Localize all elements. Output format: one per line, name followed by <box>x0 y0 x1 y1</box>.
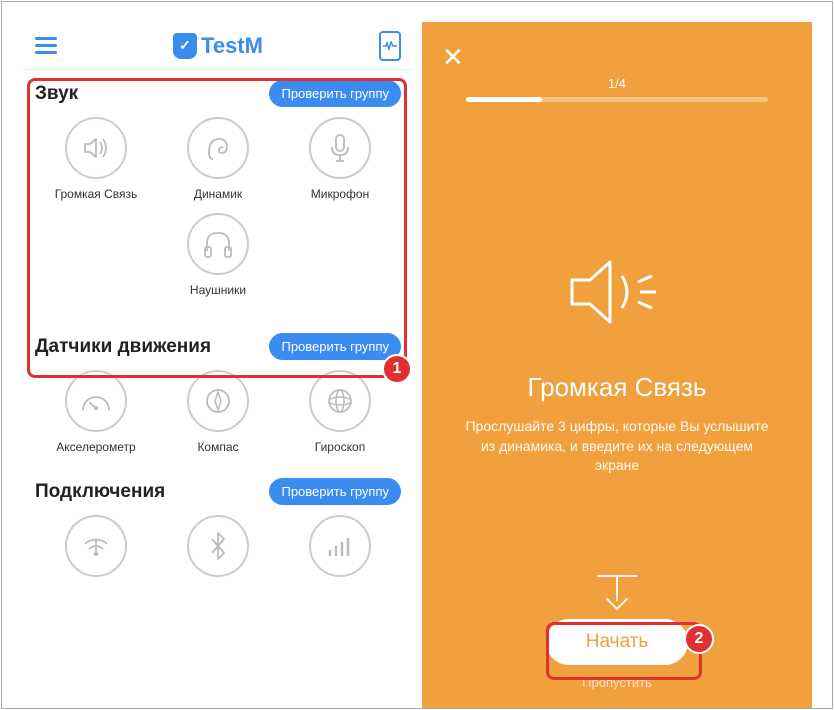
test-item-earpiece[interactable]: Динамик <box>158 117 279 201</box>
start-button[interactable]: Начать <box>546 619 689 665</box>
test-item-microphone[interactable]: Микрофон <box>280 117 401 201</box>
test-item-cellular[interactable] <box>280 515 401 577</box>
section-title: Звук <box>35 83 78 105</box>
check-group-button[interactable]: Проверить группу <box>269 80 401 107</box>
headphones-icon <box>187 213 249 275</box>
section-connectivity: Подключения Проверить группу <box>23 468 413 577</box>
signal-icon <box>309 515 371 577</box>
test-item-compass[interactable]: Компас <box>158 370 279 454</box>
progress-bar <box>466 97 768 102</box>
test-item-headphones[interactable]: Наушники <box>158 213 279 297</box>
item-label: Громкая Связь <box>55 187 138 201</box>
section-sound: Звук Проверить группу Громкая Связь Дина… <box>23 70 413 297</box>
item-label: Компас <box>197 440 238 454</box>
microphone-icon <box>309 117 371 179</box>
bluetooth-icon <box>187 515 249 577</box>
shield-icon <box>173 33 197 59</box>
test-item-wifi[interactable] <box>36 515 157 577</box>
section-motion: Датчики движения Проверить группу Акселе… <box>23 323 413 454</box>
right-screen: ✕ 1/4 Громкая Связь Прослушайте 3 цифры,… <box>422 22 812 708</box>
diagnostic-icon[interactable] <box>379 31 401 61</box>
test-item-speakerphone[interactable]: Громкая Связь <box>36 117 157 201</box>
app-logo: TestM <box>173 33 263 59</box>
item-label: Наушники <box>190 283 246 297</box>
topbar: TestM <box>23 22 413 70</box>
wifi-icon <box>65 515 127 577</box>
check-group-button[interactable]: Проверить группу <box>269 333 401 360</box>
compass-icon <box>187 370 249 432</box>
check-group-button[interactable]: Проверить группу <box>269 478 401 505</box>
app-name: TestM <box>201 33 263 59</box>
menu-icon[interactable] <box>35 33 57 58</box>
arrow-down-icon <box>606 588 629 611</box>
item-label: Акселерометр <box>56 440 135 454</box>
gauge-icon <box>65 370 127 432</box>
item-label: Динамик <box>194 187 242 201</box>
skip-button[interactable]: Пропустить <box>422 675 812 690</box>
test-item-bluetooth[interactable] <box>158 515 279 577</box>
test-description: Прослушайте 3 цифры, которые Вы услышите… <box>462 417 772 476</box>
close-icon[interactable]: ✕ <box>442 42 464 73</box>
progress-label: 1/4 <box>466 76 768 91</box>
annotation-badge-2: 2 <box>684 624 714 654</box>
item-label: Гироскоп <box>315 440 365 454</box>
progress: 1/4 <box>466 76 768 102</box>
item-label: Микрофон <box>311 187 369 201</box>
outer-frame: TestM Звук Проверить группу Громкая Связ… <box>1 1 833 709</box>
annotation-badge-1: 1 <box>382 354 412 384</box>
section-title: Подключения <box>35 481 165 503</box>
test-title: Громкая Связь <box>462 372 772 403</box>
ear-icon <box>187 117 249 179</box>
speaker-loud-icon <box>65 117 127 179</box>
test-item-accelerometer[interactable]: Акселерометр <box>36 370 157 454</box>
left-screen: TestM Звук Проверить группу Громкая Связ… <box>23 22 413 708</box>
speaker-loud-icon <box>552 242 682 342</box>
section-title: Датчики движения <box>35 336 211 358</box>
test-item-gyroscope[interactable]: Гироскоп <box>280 370 401 454</box>
gyroscope-icon <box>309 370 371 432</box>
